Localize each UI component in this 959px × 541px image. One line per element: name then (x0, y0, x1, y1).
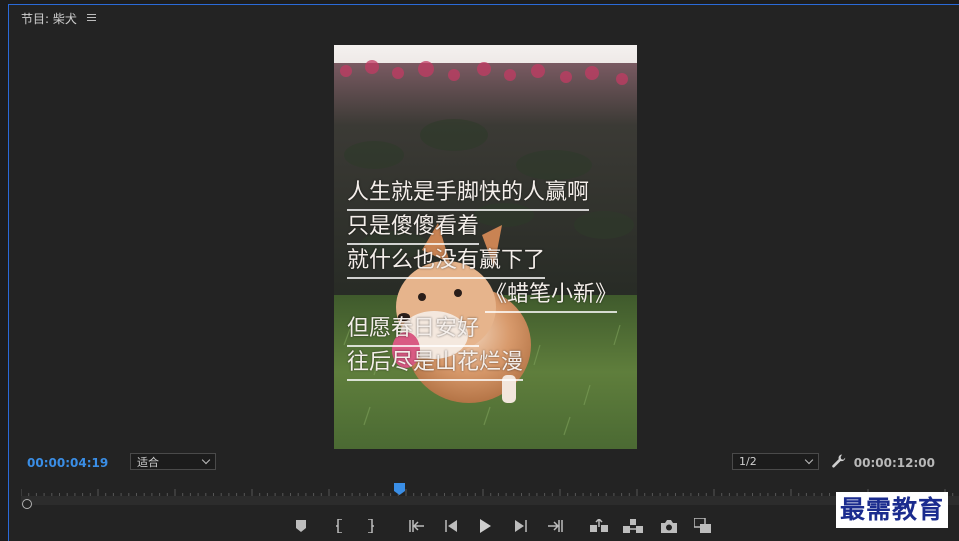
export-frame-icon[interactable] (659, 516, 679, 536)
scrub-track[interactable] (21, 496, 959, 505)
subtitle-line: 就什么也没有赢下了 (347, 245, 546, 279)
watermark-logo: 最需教育 (836, 492, 949, 528)
panel-tab[interactable]: 节目: 柴犬 (21, 10, 97, 26)
playback-resolution-select[interactable]: 1/2 (732, 453, 819, 470)
zoom-level-value: 适合 (137, 455, 159, 469)
go-to-out-icon[interactable] (545, 516, 565, 536)
mark-out-icon[interactable] (361, 516, 381, 536)
chevron-down-icon (201, 455, 211, 465)
current-timecode[interactable]: 00:00:04:19 (27, 456, 108, 470)
duration-timecode: 00:00:12:00 (853, 456, 935, 470)
mark-in-icon[interactable] (329, 516, 349, 536)
step-back-icon[interactable] (441, 516, 461, 536)
extract-icon[interactable] (623, 516, 643, 536)
compare-view-icon[interactable] (693, 516, 713, 536)
chevron-down-icon (804, 455, 814, 465)
transport-controls (9, 513, 959, 539)
subtitle-line: 人生就是手脚快的人赢啊 (347, 177, 590, 211)
subtitle-signature: 《蜡笔小新》 (485, 279, 618, 313)
wrench-icon[interactable] (831, 453, 847, 469)
hamburger-menu-icon[interactable] (86, 14, 97, 22)
zoom-level-select[interactable]: 适合 (130, 453, 216, 470)
go-to-in-icon[interactable] (407, 516, 427, 536)
subtitle-line: 只是傻傻看着 (347, 211, 480, 245)
monitor-controls-bar: 00:00:04:19 适合 1/2 00:00:12:00 (9, 449, 959, 475)
time-ruler[interactable] (20, 483, 959, 509)
play-icon[interactable] (475, 516, 495, 536)
playhead-marker[interactable] (394, 483, 405, 495)
program-monitor-video[interactable]: 人生就是手脚快的人赢啊 只是傻傻看着 就什么也没有赢下了 《蜡笔小新》 但愿春日… (334, 45, 637, 449)
subtitle-line: 但愿春日安好 (347, 313, 480, 347)
subtitle-overlay: 人生就是手脚快的人赢啊 只是傻傻看着 就什么也没有赢下了 《蜡笔小新》 但愿春日… (347, 177, 637, 381)
panel-title: 节目: 柴犬 (21, 11, 77, 26)
program-monitor-panel: 节目: 柴犬 人生就是手脚快的人赢啊 只是傻傻看着 就什么也没有赢下了 《蜡笔小… (8, 4, 959, 541)
lift-icon[interactable] (589, 516, 609, 536)
in-point-handle[interactable] (22, 499, 32, 509)
step-forward-icon[interactable] (511, 516, 531, 536)
playback-resolution-value: 1/2 (739, 455, 757, 468)
add-marker-icon[interactable] (291, 516, 311, 536)
subtitle-line: 往后尽是山花烂漫 (347, 347, 524, 381)
